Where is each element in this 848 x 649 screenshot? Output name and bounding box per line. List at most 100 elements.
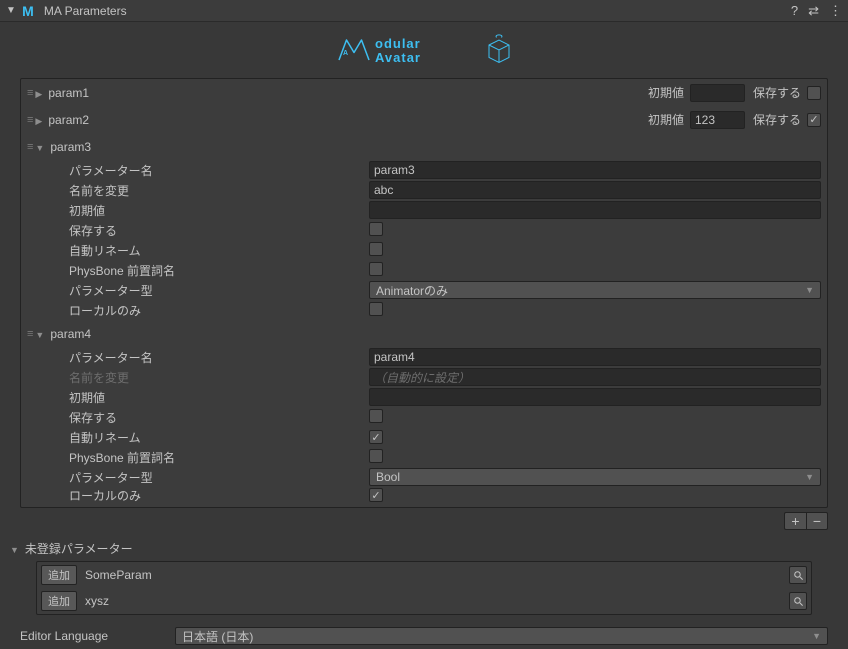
auto-rename-checkbox[interactable] [369, 242, 383, 256]
param-name-field-label: パラメーター名 [69, 349, 369, 366]
drag-handle-icon[interactable]: ≡ [27, 328, 31, 340]
save-checkbox[interactable] [369, 409, 383, 423]
foldout-icon[interactable] [35, 86, 48, 100]
unregistered-row: 追加 SomeParam [37, 562, 811, 588]
detail-row: 保存する [21, 407, 827, 427]
type-field-label: パラメーター型 [69, 282, 369, 299]
type-field-label: パラメーター型 [69, 469, 369, 486]
chevron-down-icon: ▼ [805, 285, 814, 295]
local-checkbox[interactable] [369, 302, 383, 316]
default-field-label: 初期値 [69, 389, 369, 406]
save-label: 保存する [753, 111, 801, 128]
svg-text:Avatar: Avatar [375, 50, 421, 65]
default-label: 初期値 [648, 111, 684, 128]
svg-text:A: A [343, 50, 348, 57]
unregistered-name: SomeParam [85, 568, 789, 582]
drag-handle-icon[interactable]: ≡ [27, 114, 31, 126]
add-unregistered-button[interactable]: 追加 [41, 565, 77, 585]
inspector-header: ▼ M MA Parameters ? ⇄ ⋮ [0, 0, 848, 22]
detail-row: パラメーター名 [21, 160, 827, 180]
detail-row: パラメーター型 Bool ▼ [21, 467, 827, 487]
save-field-label: 保存する [69, 222, 369, 239]
detail-row: 初期値 [21, 387, 827, 407]
add-param-button[interactable]: + [784, 512, 806, 530]
default-label: 初期値 [648, 84, 684, 101]
auto-rename-checkbox[interactable] [369, 430, 383, 444]
param-name-label: param1 [48, 86, 648, 100]
type-select[interactable]: Bool ▼ [369, 468, 821, 486]
component-foldout[interactable]: ▼ [6, 5, 16, 16]
search-button[interactable] [789, 592, 807, 610]
detail-row: 名前を変更 [21, 180, 827, 200]
unregistered-header[interactable]: 未登録パラメーター [0, 538, 848, 559]
auto-rename-field-label: 自動リネーム [69, 242, 369, 259]
param-name-label: param2 [48, 113, 648, 127]
detail-row: 名前を変更 [21, 367, 827, 387]
search-icon [793, 596, 804, 607]
unregistered-name: xysz [85, 594, 789, 608]
unregistered-row: 追加 xysz [37, 588, 811, 614]
menu-icon[interactable]: ⋮ [829, 3, 842, 19]
language-value: 日本語 (日本) [182, 628, 253, 645]
save-checkbox[interactable] [807, 113, 821, 127]
default-input[interactable] [369, 388, 821, 406]
local-field-label: ローカルのみ [69, 487, 369, 504]
presets-icon[interactable]: ⇄ [808, 3, 819, 19]
logo-area: A odular Avatar [0, 22, 848, 78]
save-checkbox[interactable] [369, 222, 383, 236]
detail-row: 自動リネーム [21, 427, 827, 447]
chevron-down-icon: ▼ [805, 472, 814, 482]
list-buttons: + − [0, 512, 828, 530]
drag-handle-icon[interactable]: ≡ [27, 87, 31, 99]
auto-rename-field-label: 自動リネーム [69, 429, 369, 446]
language-label: Editor Language [20, 629, 175, 643]
param-name-input[interactable] [369, 161, 821, 179]
local-field-label: ローカルのみ [69, 302, 369, 319]
unregistered-title: 未登録パラメーター [25, 540, 133, 557]
search-button[interactable] [789, 566, 807, 584]
default-value-input[interactable] [690, 111, 745, 129]
save-checkbox[interactable] [807, 86, 821, 100]
detail-row: パラメーター型 Animatorのみ ▼ [21, 280, 827, 300]
default-input[interactable] [369, 201, 821, 219]
drag-handle-icon[interactable]: ≡ [27, 141, 31, 153]
foldout-icon[interactable] [35, 327, 50, 341]
detail-row: ローカルのみ [21, 300, 827, 320]
default-value-input[interactable] [690, 84, 745, 102]
foldout-icon[interactable] [35, 113, 48, 127]
physbone-checkbox[interactable] [369, 262, 383, 276]
detail-row: PhysBone 前置詞名 [21, 260, 827, 280]
default-field-label: 初期値 [69, 202, 369, 219]
add-unregistered-button[interactable]: 追加 [41, 591, 77, 611]
physbone-checkbox[interactable] [369, 449, 383, 463]
foldout-icon[interactable] [10, 542, 25, 556]
chevron-down-icon: ▼ [812, 631, 821, 641]
rename-field-label: 名前を変更 [69, 369, 369, 386]
rename-field-label: 名前を変更 [69, 182, 369, 199]
remove-param-button[interactable]: − [806, 512, 828, 530]
param-name-input[interactable] [369, 348, 821, 366]
language-select[interactable]: 日本語 (日本) ▼ [175, 627, 828, 645]
svg-text:odular: odular [375, 36, 421, 51]
type-select[interactable]: Animatorのみ ▼ [369, 281, 821, 299]
param-name-label: param4 [50, 327, 821, 341]
param-row[interactable]: ≡ param1 初期値 保存する [21, 79, 827, 106]
help-icon[interactable]: ? [791, 3, 798, 19]
detail-row: 保存する [21, 220, 827, 240]
foldout-icon[interactable] [35, 140, 50, 154]
detail-row: PhysBone 前置詞名 [21, 447, 827, 467]
type-value: Bool [376, 470, 400, 484]
header-icons: ? ⇄ ⋮ [791, 3, 842, 19]
search-icon [793, 570, 804, 581]
local-checkbox[interactable] [369, 488, 383, 502]
parameters-list: ≡ param1 初期値 保存する ≡ param2 初期値 保存する ≡ pa… [20, 78, 828, 508]
physbone-field-label: PhysBone 前置詞名 [69, 449, 369, 466]
rename-input[interactable] [369, 181, 821, 199]
detail-row: ローカルのみ [21, 487, 827, 507]
detail-row: パラメーター名 [21, 347, 827, 367]
param-row[interactable]: ≡ param3 [21, 133, 827, 160]
param-row[interactable]: ≡ param2 初期値 保存する [21, 106, 827, 133]
param-row[interactable]: ≡ param4 [21, 320, 827, 347]
rename-input[interactable] [369, 368, 821, 386]
unregistered-list: 追加 SomeParam 追加 xysz [36, 561, 812, 615]
